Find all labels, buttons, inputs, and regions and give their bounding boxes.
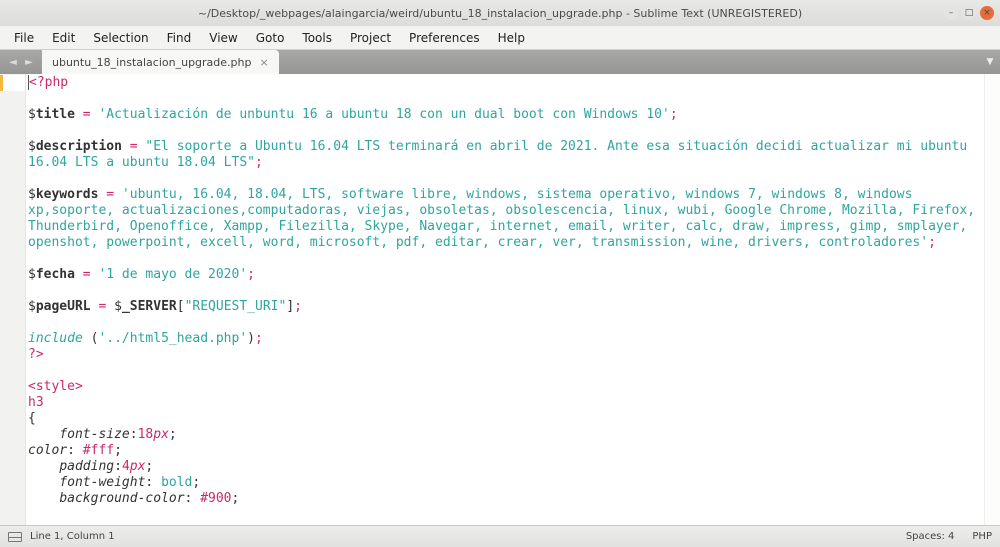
menu-file[interactable]: File — [6, 28, 42, 48]
editor: <?php $title = 'Actualización de unbuntu… — [0, 74, 1000, 525]
tab-active[interactable]: ubuntu_18_instalacion_upgrade.php × — [42, 50, 279, 74]
tab-nav: ◄ ► — [0, 50, 42, 74]
status-position[interactable]: Line 1, Column 1 — [30, 531, 115, 542]
minimize-button[interactable]: – — [944, 6, 958, 20]
status-bar: Line 1, Column 1 Spaces: 4 PHP — [0, 525, 1000, 547]
menu-selection[interactable]: Selection — [85, 28, 156, 48]
menu-bar: File Edit Selection Find View Goto Tools… — [0, 26, 1000, 50]
tab-prev-icon[interactable]: ◄ — [6, 55, 20, 69]
window-buttons: – □ × — [944, 6, 994, 20]
code-line: <?php — [29, 75, 68, 90]
menu-tools[interactable]: Tools — [294, 28, 340, 48]
menu-goto[interactable]: Goto — [248, 28, 293, 48]
gutter-current-line — [0, 75, 25, 91]
code-area[interactable]: <?php $title = 'Actualización de unbuntu… — [26, 74, 984, 525]
panel-toggle-icon[interactable] — [8, 532, 22, 542]
maximize-button[interactable]: □ — [962, 6, 976, 20]
menu-view[interactable]: View — [201, 28, 245, 48]
tab-label: ubuntu_18_instalacion_upgrade.php — [52, 56, 251, 69]
gutter — [0, 74, 26, 525]
tab-overflow-icon[interactable]: ▼ — [980, 50, 1000, 74]
tab-next-icon[interactable]: ► — [22, 55, 36, 69]
menu-edit[interactable]: Edit — [44, 28, 83, 48]
status-syntax[interactable]: PHP — [972, 531, 992, 542]
tab-close-icon[interactable]: × — [259, 56, 268, 69]
menu-preferences[interactable]: Preferences — [401, 28, 488, 48]
menu-find[interactable]: Find — [159, 28, 200, 48]
menu-project[interactable]: Project — [342, 28, 399, 48]
close-button[interactable]: × — [980, 6, 994, 20]
window-titlebar: ~/Desktop/_webpages/alaingarcia/weird/ub… — [0, 0, 1000, 26]
status-spaces[interactable]: Spaces: 4 — [906, 531, 955, 542]
tab-bar: ◄ ► ubuntu_18_instalacion_upgrade.php × … — [0, 50, 1000, 74]
window-title: ~/Desktop/_webpages/alaingarcia/weird/ub… — [198, 7, 802, 20]
menu-help[interactable]: Help — [490, 28, 533, 48]
minimap[interactable] — [984, 74, 1000, 525]
